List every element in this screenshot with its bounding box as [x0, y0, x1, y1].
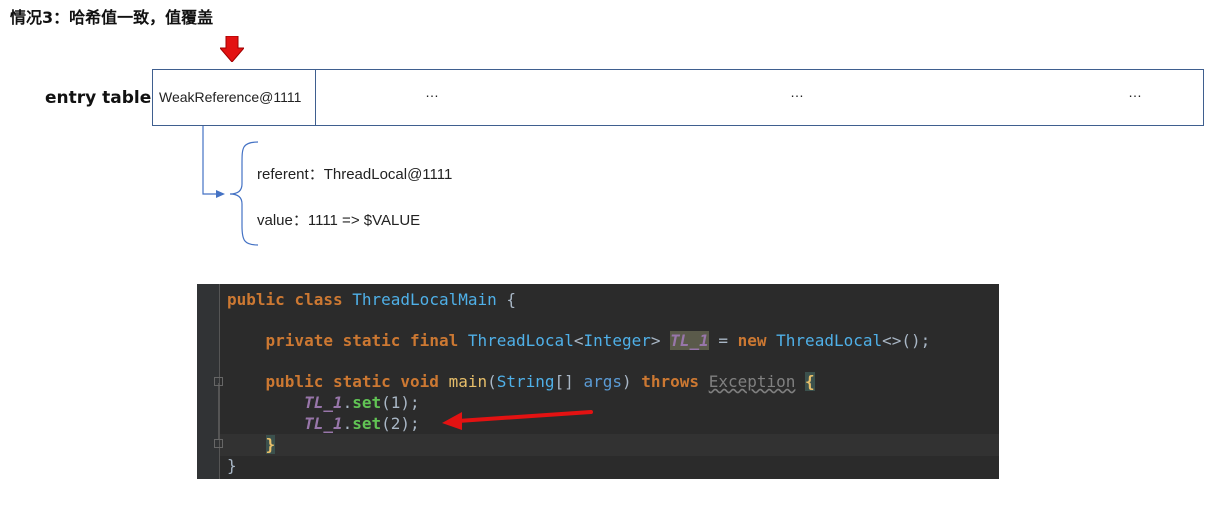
code-text: .: [342, 414, 353, 433]
entry-cell-weakreference: WeakReference@1111: [153, 70, 316, 125]
entry-table-label: entry table: [45, 88, 152, 108]
red-down-arrow-icon: [220, 36, 244, 62]
class-name: ThreadLocalMain: [352, 290, 497, 309]
entry-connector-brace: [202, 126, 259, 246]
type-name: ThreadLocal: [467, 331, 574, 350]
keyword: void: [400, 372, 439, 391]
entry-table: WeakReference@1111 … … …: [152, 69, 1204, 126]
parameter-name: args: [583, 372, 622, 391]
type-name: String: [496, 372, 555, 391]
matched-brace: {: [805, 372, 815, 391]
code-line: public class ThreadLocalMain {: [227, 290, 516, 310]
type-name: ThreadLocal: [776, 331, 883, 350]
keyword: new: [737, 331, 767, 350]
exception-name: Exception: [708, 372, 796, 391]
method-call: set: [352, 414, 382, 433]
current-line-highlight: [220, 434, 999, 456]
type-name: Integer: [583, 331, 651, 350]
fold-toggle-icon[interactable]: [214, 377, 223, 386]
keyword: throws: [641, 372, 700, 391]
code-line: public static void main(String[] args) t…: [227, 372, 815, 392]
red-left-arrow-icon: [442, 410, 593, 430]
method-name: main: [448, 372, 488, 391]
keyword: public: [265, 372, 324, 391]
keyword: static: [332, 372, 391, 391]
code-text: ): [621, 372, 642, 391]
entry-cell-ellipsis: …: [425, 84, 439, 100]
code-line: }: [227, 456, 237, 476]
code-line: }: [227, 435, 276, 455]
field-name: TL_1: [670, 331, 709, 350]
value-field: value：1111 => $VALUE: [257, 212, 421, 229]
fold-toggle-icon[interactable]: [214, 439, 223, 448]
matched-brace: }: [265, 435, 276, 454]
code-text: .: [342, 393, 353, 412]
page-title: 情况3：哈希值一致，值覆盖: [10, 8, 214, 27]
code-text: []: [554, 372, 584, 391]
code-text: }: [227, 456, 237, 475]
code-line: private static final ThreadLocal<Integer…: [227, 331, 930, 351]
field-name: TL_1: [304, 414, 343, 433]
referent-field: referent：ThreadLocal@1111: [257, 166, 453, 183]
code-text: (: [487, 372, 497, 391]
code-text: (2);: [381, 414, 420, 433]
code-editor: public class ThreadLocalMain { private s…: [197, 284, 999, 479]
code-text: {: [496, 290, 517, 309]
code-line: TL_1.set(1);: [227, 393, 420, 413]
fold-guide: [218, 383, 219, 440]
code-line: TL_1.set(2);: [227, 414, 420, 434]
entry-cell-ellipsis: …: [1128, 84, 1142, 100]
keyword: public: [227, 290, 285, 309]
code-text: (1);: [381, 393, 420, 412]
code-text: <>();: [882, 331, 931, 350]
method-call: set: [352, 393, 382, 412]
keyword: private: [265, 331, 333, 350]
keyword: static: [342, 331, 401, 350]
field-name: TL_1: [304, 393, 343, 412]
code-text: =: [708, 331, 738, 350]
keyword: final: [410, 331, 459, 350]
keyword: class: [294, 290, 343, 309]
entry-cell-ellipsis: …: [790, 84, 804, 100]
code-text: >: [650, 331, 671, 350]
